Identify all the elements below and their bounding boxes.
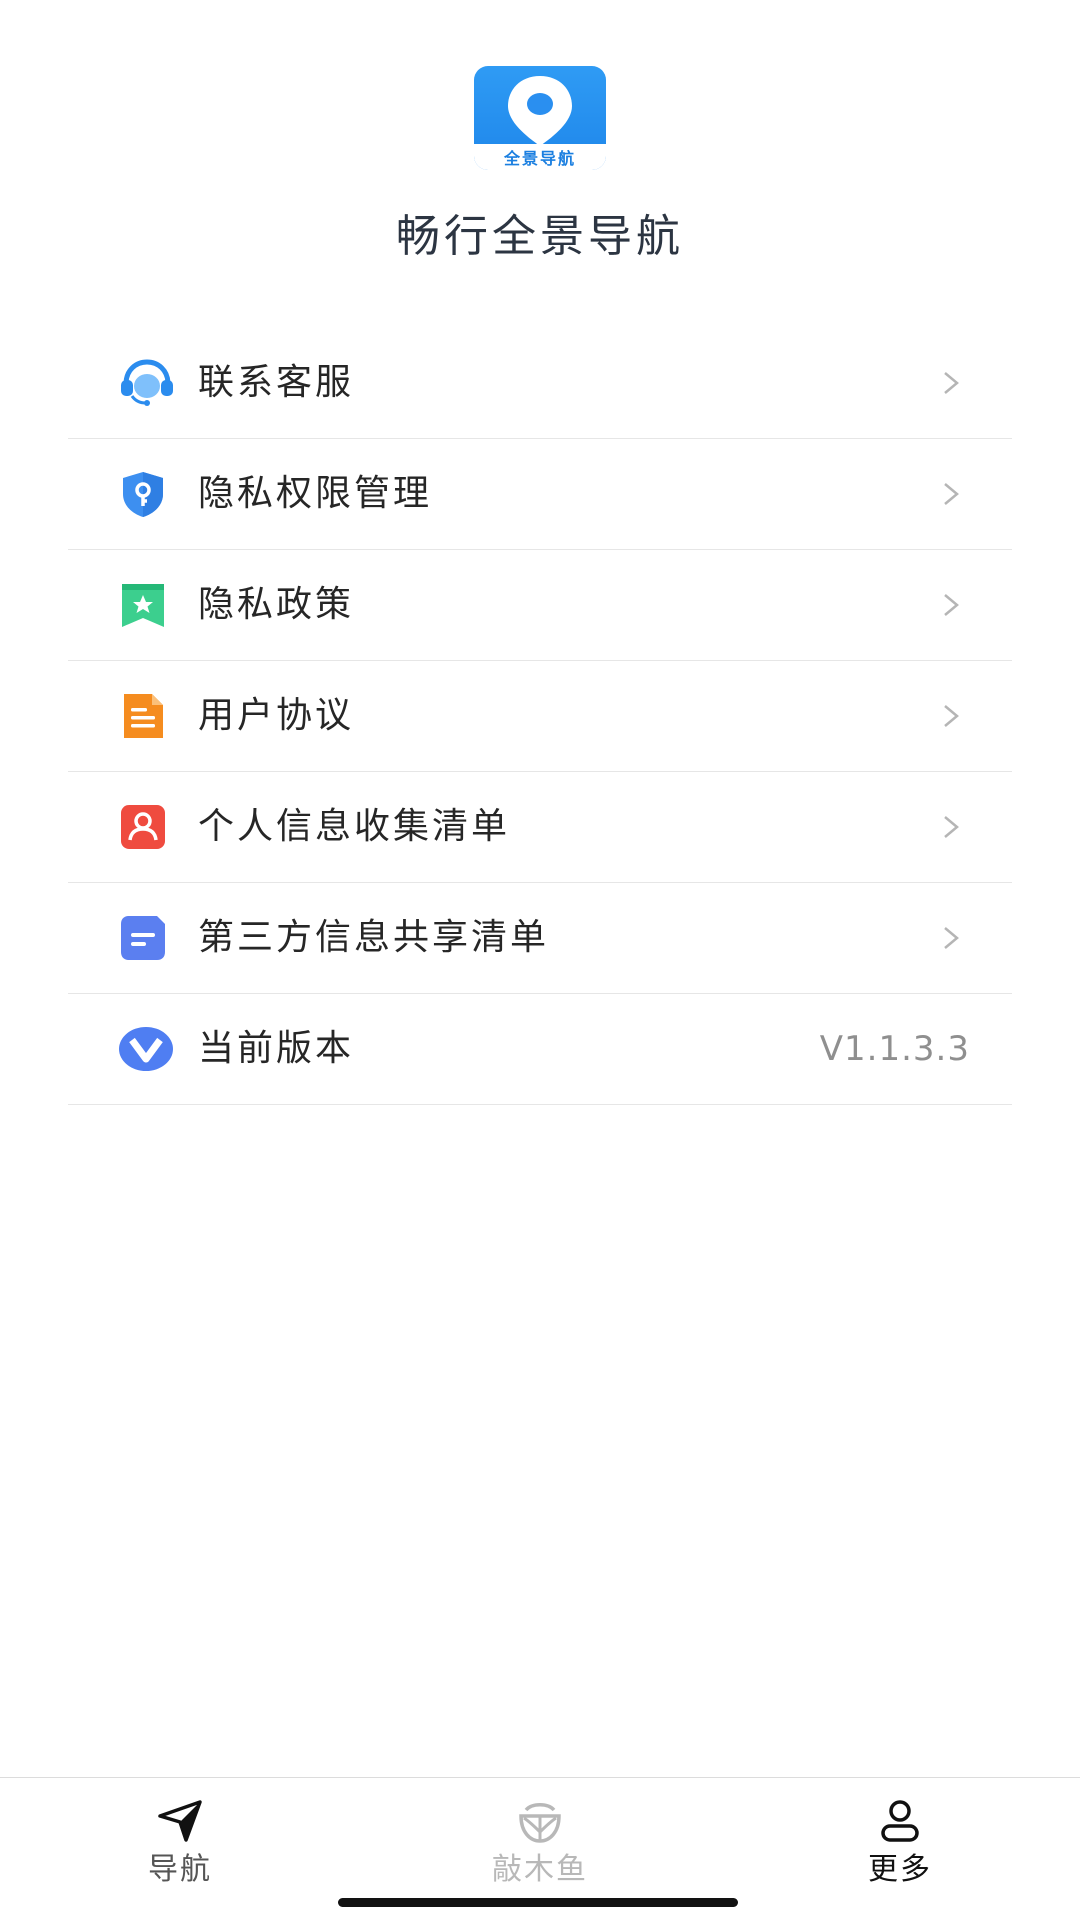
menu-item-label: 当前版本 <box>198 1028 355 1069</box>
chevron-right-icon <box>944 594 959 616</box>
menu-item-label: 用户协议 <box>198 695 355 736</box>
menu-item-label: 个人信息收集清单 <box>198 806 511 847</box>
person-card-icon <box>118 802 168 852</box>
app-name: 畅行全景导航 <box>396 211 684 262</box>
document-icon <box>118 691 168 741</box>
wooden-fish-icon <box>519 1803 561 1843</box>
chevron-right-icon <box>944 705 959 727</box>
chevron-right-icon <box>944 372 959 394</box>
app-logo: 全景导航 <box>474 66 606 170</box>
tab-label: 导航 <box>148 1852 212 1887</box>
menu-item-label: 第三方信息共享清单 <box>198 917 550 958</box>
menu-item-label: 隐私权限管理 <box>198 473 433 514</box>
menu-item-label: 隐私政策 <box>198 584 355 625</box>
logo-caption: 全景导航 <box>474 144 606 170</box>
tab-wooden-fish[interactable]: 敲木鱼 <box>420 1778 660 1888</box>
settings-menu: 联系客服 隐私权限管理 隐私政策 用户协议 个人信息收集清单 第三方信息共享清单… <box>68 328 1012 1105</box>
menu-item-contact-support[interactable]: 联系客服 <box>68 328 1012 439</box>
menu-item-user-agreement[interactable]: 用户协议 <box>68 661 1012 772</box>
shield-key-icon <box>118 469 168 519</box>
menu-item-privacy-policy[interactable]: 隐私政策 <box>68 550 1012 661</box>
menu-item-label: 联系客服 <box>198 362 355 403</box>
tab-more[interactable]: 更多 <box>780 1778 1020 1888</box>
version-v-icon <box>118 1024 173 1074</box>
tab-label: 更多 <box>868 1852 932 1887</box>
menu-item-personal-info-list[interactable]: 个人信息收集清单 <box>68 772 1012 883</box>
tab-navigation[interactable]: 导航 <box>60 1778 300 1888</box>
menu-item-third-party-sharing-list[interactable]: 第三方信息共享清单 <box>68 883 1012 994</box>
chevron-right-icon <box>944 483 959 505</box>
chevron-right-icon <box>944 927 959 949</box>
navigation-arrow-icon <box>158 1800 202 1842</box>
bookmark-star-icon <box>118 580 168 630</box>
tab-label: 敲木鱼 <box>492 1852 588 1887</box>
location-pin-icon <box>508 76 572 146</box>
chevron-right-icon <box>944 816 959 838</box>
menu-item-privacy-permissions[interactable]: 隐私权限管理 <box>68 439 1012 550</box>
home-indicator[interactable] <box>338 1898 738 1907</box>
person-icon <box>881 1800 919 1842</box>
menu-item-current-version[interactable]: 当前版本 V1.1.3.3 <box>68 994 1012 1105</box>
headset-icon <box>118 358 173 408</box>
version-number: V1.1.3.3 <box>819 1029 970 1069</box>
list-card-icon <box>118 913 168 963</box>
